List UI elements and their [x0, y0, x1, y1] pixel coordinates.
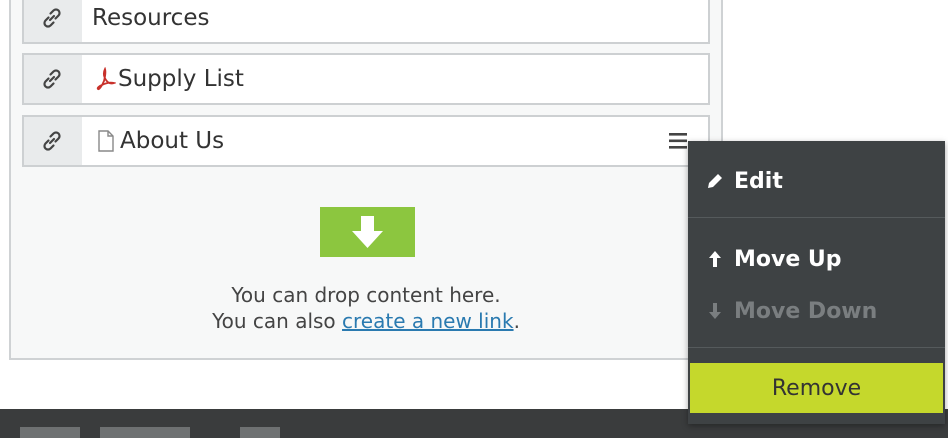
create-new-link[interactable]: create a new link [342, 309, 514, 333]
arrow-down-icon [706, 300, 724, 322]
menu-divider [688, 347, 945, 348]
drop-hint-prefix: You can also [212, 309, 343, 333]
drag-handle[interactable] [24, 0, 80, 42]
menu-item-move-up[interactable]: Move Up [688, 235, 945, 283]
item-body[interactable]: Supply List [82, 55, 708, 103]
list-item-supply-list[interactable]: Supply List [22, 53, 710, 105]
toolbar-item [20, 427, 80, 438]
arrow-up-icon [706, 248, 724, 270]
menu-label: Move Down [734, 298, 878, 324]
pdf-icon [96, 67, 116, 91]
drop-target-icon [320, 207, 415, 257]
menu-label: Edit [734, 168, 783, 194]
item-body[interactable]: Resources [82, 0, 708, 42]
item-title: Resources [92, 5, 210, 31]
toolbar-item [100, 427, 190, 438]
arrow-down-icon [352, 216, 383, 248]
link-icon [43, 131, 61, 151]
menu-divider [688, 217, 945, 218]
drop-hint-line1: You can drop content here. [22, 282, 710, 308]
link-icon [43, 69, 61, 89]
link-icon [43, 8, 61, 28]
list-item-resources[interactable]: Resources [22, 0, 710, 44]
menu-label: Move Up [734, 246, 842, 272]
item-title: Supply List [118, 66, 244, 92]
drop-hint-line2: You can also create a new link. [22, 308, 710, 334]
toolbar-item [240, 427, 280, 438]
context-menu: Edit Move Up Move Down Remove [688, 141, 945, 424]
document-icon [98, 130, 114, 152]
menu-item-remove[interactable]: Remove [690, 363, 943, 413]
menu-item-move-down: Move Down [688, 287, 945, 335]
drop-hint-text: You can drop content here. [231, 283, 501, 307]
list-item-about-us[interactable]: About Us [22, 115, 710, 167]
drop-hint-suffix: . [513, 309, 520, 333]
item-title: About Us [120, 128, 225, 154]
drag-handle[interactable] [24, 117, 80, 165]
menu-item-edit[interactable]: Edit [688, 157, 945, 205]
menu-label: Remove [771, 375, 862, 401]
item-body[interactable]: About Us [82, 117, 708, 165]
pencil-icon [706, 170, 724, 192]
drag-handle[interactable] [24, 55, 80, 103]
